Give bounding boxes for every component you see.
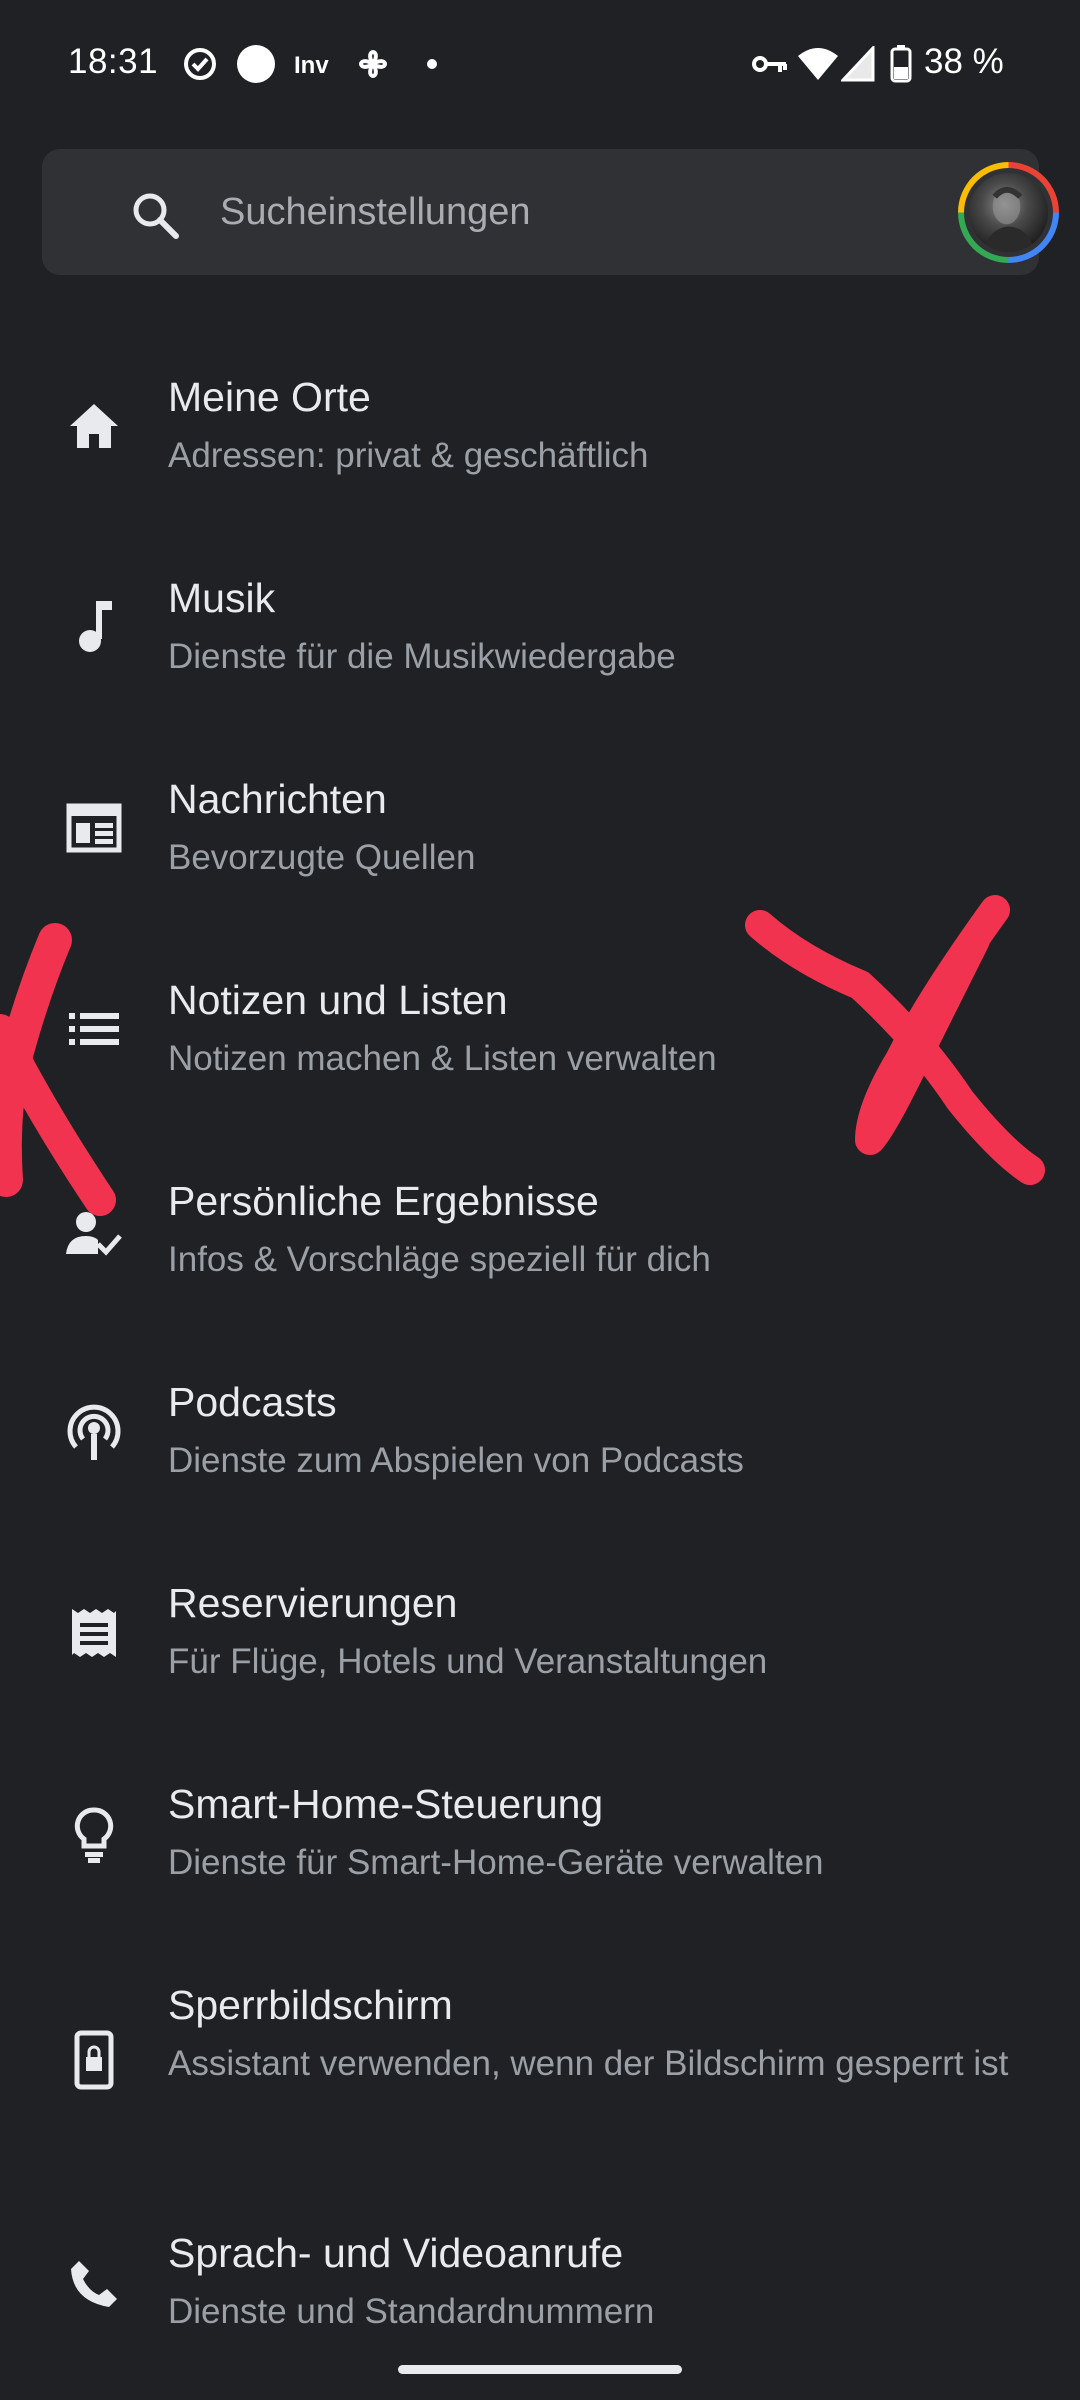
signal-icon (840, 44, 876, 84)
settings-item-title: Nachrichten (168, 776, 387, 822)
settings-item-title: Reservierungen (168, 1580, 458, 1626)
settings-item-subtitle: Notizen machen & Listen verwalten (168, 1039, 717, 1078)
list-icon (62, 997, 126, 1061)
phone-icon (62, 2252, 126, 2316)
settings-item-title: Meine Orte (168, 374, 371, 420)
lightbulb-icon (62, 1803, 126, 1867)
settings-item-smart-home-steuerung[interactable]: Smart-Home-Steuerung Dienste für Smart-H… (0, 1767, 1080, 1937)
receipt-icon (62, 1602, 126, 1666)
settings-item-subtitle: Dienste und Standardnummern (168, 2292, 655, 2331)
settings-item-reservierungen[interactable]: Reservierungen Für Flüge, Hotels und Ver… (0, 1566, 1080, 1736)
home-icon (62, 394, 126, 458)
wifi-icon (796, 44, 840, 84)
newspaper-icon (62, 796, 126, 860)
avatar[interactable] (958, 162, 1059, 263)
settings-item-subtitle: Adressen: privat & geschäftlich (168, 436, 649, 475)
settings-item-subtitle: Bevorzugte Quellen (168, 838, 476, 877)
avatar-photo (969, 173, 1048, 252)
settings-item-title: Notizen und Listen (168, 977, 508, 1023)
settings-item-title: Smart-Home-Steuerung (168, 1781, 604, 1827)
check-circle-icon (180, 44, 220, 84)
settings-item-title: Persönliche Ergebnisse (168, 1178, 599, 1224)
battery-icon (888, 44, 914, 84)
settings-item-subtitle: Infos & Vorschläge speziell für dich (168, 1240, 711, 1279)
pinwheel-icon (352, 44, 394, 84)
settings-screen: 18:31 Inv 38 % Sucheinstellungen Meine O… (0, 0, 1080, 2400)
music-note-icon (62, 595, 126, 659)
search-input[interactable] (220, 185, 920, 239)
circle-icon (236, 44, 276, 84)
settings-item-title: Sprach- und Videoanrufe (168, 2230, 624, 2276)
podcast-icon (62, 1401, 126, 1465)
settings-item-sprach-und-videoanrufe[interactable]: Sprach- und Videoanrufe Dienste und Stan… (0, 2216, 1080, 2366)
settings-item-nachrichten[interactable]: Nachrichten Bevorzugte Quellen (0, 762, 1080, 932)
svg-text:Inv: Inv (294, 52, 329, 79)
person-check-icon (62, 1202, 126, 1266)
dot-icon (424, 44, 440, 84)
search-bar[interactable] (42, 149, 1059, 275)
settings-item-subtitle: Assistant verwenden, wenn der Bildschirm… (168, 2044, 1009, 2083)
settings-item-podcasts[interactable]: Podcasts Dienste zum Abspielen von Podca… (0, 1365, 1080, 1535)
status-bar: 18:31 Inv 38 % (0, 0, 1080, 128)
settings-item-subtitle: Für Flüge, Hotels und Veranstaltungen (168, 1642, 768, 1681)
settings-item-meine-orte[interactable]: Meine Orte Adressen: privat & geschäftli… (0, 360, 1080, 530)
vpn-key-icon (752, 44, 788, 84)
battery-percent: 38 % (924, 42, 1004, 81)
settings-item-subtitle: Dienste für die Musikwiedergabe (168, 637, 676, 676)
lock-screen-icon (62, 2028, 126, 2092)
settings-item-title: Podcasts (168, 1379, 337, 1425)
gesture-nav-handle[interactable] (398, 2365, 682, 2374)
settings-item-musik[interactable]: Musik Dienste für die Musikwiedergabe (0, 561, 1080, 731)
status-time: 18:31 (68, 42, 159, 81)
settings-item-persoenliche-ergebnisse[interactable]: Persönliche Ergebnisse Infos & Vorschläg… (0, 1164, 1080, 1334)
settings-item-title: Sperrbildschirm (168, 1982, 453, 2028)
search-icon[interactable] (130, 190, 180, 240)
settings-item-sperrbildschirm[interactable]: Sperrbildschirm Assistant verwenden, wen… (0, 1968, 1080, 2168)
settings-item-title: Musik (168, 575, 276, 621)
settings-item-notizen-und-listen[interactable]: Notizen und Listen Notizen machen & List… (0, 963, 1080, 1133)
settings-item-subtitle: Dienste zum Abspielen von Podcasts (168, 1441, 744, 1480)
inv-icon: Inv (292, 44, 338, 84)
settings-item-subtitle: Dienste für Smart-Home-Geräte verwalten (168, 1843, 824, 1882)
